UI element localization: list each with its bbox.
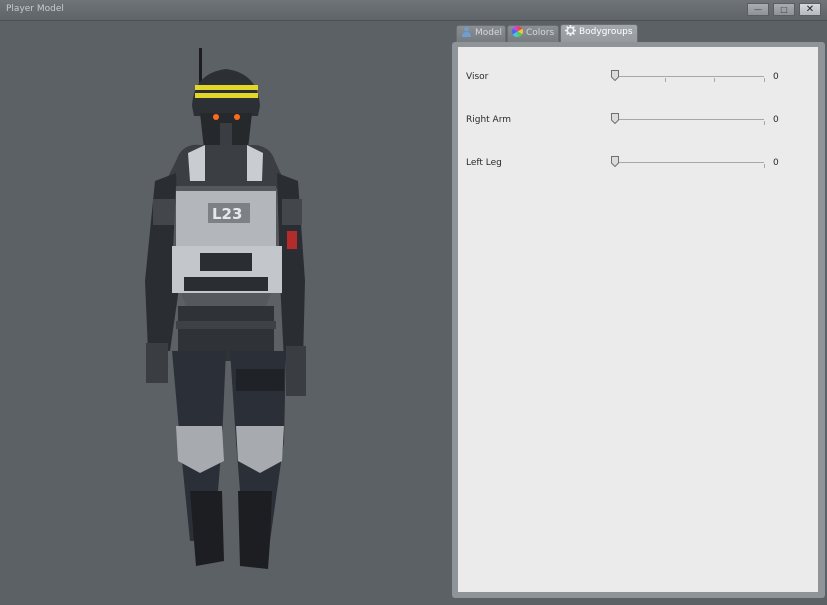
tab-model[interactable]: Model [456, 25, 506, 42]
title-bar[interactable]: Player Model — □ ✕ [0, 0, 827, 21]
tab-bodygroups[interactable]: Bodygroups [560, 24, 638, 42]
player-model-window: Player Model — □ ✕ L23 Model Colors Body… [0, 0, 827, 602]
slider-tick [764, 121, 765, 125]
bodygroup-label: Left Leg [466, 158, 502, 168]
bodygroup-value: 0 [773, 158, 779, 168]
window-title: Player Model [6, 4, 64, 14]
bodygroup-value: 0 [773, 72, 779, 82]
tab-model-label: Model [475, 28, 503, 38]
slider-track[interactable] [618, 76, 764, 77]
bodygroup-label: Visor [466, 72, 489, 82]
gear-icon [565, 25, 576, 36]
tab-bodygroups-label: Bodygroups [579, 27, 633, 37]
slider-tick [665, 78, 666, 82]
slider-tick [764, 78, 765, 82]
slider-knob[interactable] [611, 156, 619, 167]
tab-colors-label: Colors [526, 28, 555, 38]
svg-text:L23: L23 [212, 205, 242, 223]
maximize-button[interactable]: □ [773, 3, 795, 16]
tab-colors[interactable]: Colors [507, 25, 559, 42]
color-wheel-icon [511, 25, 524, 38]
slider-knob[interactable] [611, 113, 619, 124]
slider-tick [714, 78, 715, 82]
player-model-figure: L23 [145, 48, 306, 569]
bodygroups-panel: Visor 0 Right Arm 0 Left Leg 0 [458, 47, 818, 592]
person-icon [461, 26, 472, 37]
bodygroup-value: 0 [773, 115, 779, 125]
slider-track[interactable] [618, 119, 764, 120]
bodygroup-label: Right Arm [466, 115, 512, 125]
slider-tick [764, 164, 765, 168]
slider-track[interactable] [618, 162, 764, 163]
model-preview[interactable]: L23 [0, 21, 452, 602]
slider-knob[interactable] [611, 70, 619, 81]
close-button[interactable]: ✕ [799, 3, 821, 16]
minimize-button[interactable]: — [747, 3, 769, 16]
